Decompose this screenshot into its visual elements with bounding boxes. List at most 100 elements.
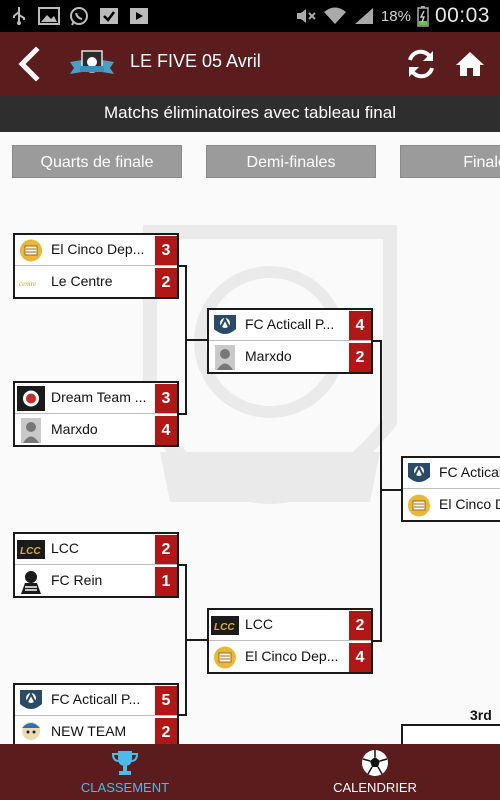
team-name: FC Acticall P... [51, 691, 141, 707]
score-badge: 4 [155, 416, 177, 445]
nav-classement[interactable]: CLASSEMENT [60, 744, 190, 800]
lcc-crest-icon: LCC [17, 540, 45, 559]
section-title: Matchs éliminatoires avec tableau final [104, 103, 396, 122]
section-header: Matchs éliminatoires avec tableau final [0, 96, 500, 132]
team-name: Le Centre [51, 273, 113, 289]
team-row: FC Acticall P... 4 [209, 310, 371, 341]
match-card[interactable]: FC Acticall P... 5 NEW TEAM 2 [13, 683, 179, 744]
nav-label: CALENDRIER [333, 780, 417, 795]
score-badge: 3 [155, 236, 177, 265]
status-bar: 18% 00:03 [0, 0, 500, 32]
team-name: Dream Team ... [51, 389, 147, 405]
round-header-quarterfinals[interactable]: Quarts de finale [12, 145, 182, 178]
team-row: Marxdo 4 [15, 415, 177, 446]
score-badge: 4 [349, 643, 371, 672]
nav-calendrier[interactable]: CALENDRIER [310, 744, 440, 800]
el-cinco-crest-icon [214, 646, 236, 669]
nav-label: CLASSEMENT [80, 780, 170, 795]
match-card[interactable]: El Cinco Dep... 3 centre Le Centre 2 [13, 233, 179, 299]
svg-text:LCC: LCC [214, 622, 235, 633]
club-logo-icon [70, 50, 114, 74]
team-row: centre Le Centre 2 [15, 267, 177, 298]
round-header-semifinals[interactable]: Demi-finales [206, 145, 376, 178]
team-name: LCC [245, 616, 274, 632]
el-cinco-crest-icon [408, 494, 430, 517]
battery-percent: 18% [380, 7, 411, 25]
match-card[interactable]: LCC LCC 2 El Cinco Dep... 4 [207, 608, 373, 674]
team-name: Marxdo [245, 348, 292, 364]
trophy-icon [111, 751, 139, 775]
third-place-match-card[interactable] [401, 724, 500, 744]
team-row: El Cinco Dep... 4 [209, 642, 371, 673]
team-row: El Cinco D [403, 490, 500, 521]
dream-team-crest-icon [17, 386, 45, 411]
team-row: LCC LCC 2 [209, 610, 371, 641]
team-name: FC Actical [439, 464, 500, 480]
wifi-icon [323, 7, 346, 24]
team-name: FC Acticall P... [245, 316, 335, 332]
marxdo-avatar-icon [21, 418, 41, 443]
checkbox-icon [100, 8, 118, 24]
fc-acticall-crest-icon [408, 463, 430, 482]
team-name: FC Rein [51, 572, 103, 588]
clock: 00:03 [434, 4, 490, 27]
match-card[interactable]: FC Acticall P... 4 Marxdo 2 [207, 308, 373, 374]
team-row: Dream Team ... 3 [15, 383, 177, 414]
match-card[interactable]: Dream Team ... 3 Marxdo 4 [13, 381, 179, 447]
team-row: FC Acticall P... 5 [15, 685, 177, 716]
app-bar: LE FIVE 05 Avril [0, 32, 500, 96]
score-badge: 2 [155, 268, 177, 297]
team-row: NEW TEAM 2 [15, 717, 177, 744]
mute-icon [296, 9, 316, 23]
refresh-button[interactable] [404, 47, 438, 81]
home-button[interactable] [454, 48, 486, 80]
score-badge: 2 [349, 343, 371, 372]
team-name: El Cinco D [439, 496, 500, 512]
team-row: Marxdo 2 [209, 342, 371, 373]
team-name: LCC [51, 540, 80, 556]
team-row: FC Actical [403, 458, 500, 489]
team-name: NEW TEAM [51, 723, 127, 739]
new-team-crest-icon [22, 722, 40, 740]
team-name: Marxdo [51, 421, 98, 437]
score-badge: 4 [349, 311, 371, 340]
svg-text:centre: centre [19, 280, 36, 288]
marxdo-avatar-icon [215, 345, 235, 370]
team-row: LCC LCC 2 [15, 534, 177, 565]
bottom-nav: CLASSEMENT CALENDRIER [0, 744, 500, 800]
match-card[interactable]: LCC LCC 2 FC Rein 1 [13, 532, 179, 598]
bracket-connector [187, 639, 207, 641]
play-store-icon [130, 8, 148, 24]
bracket-connector [187, 339, 207, 341]
bracket-area[interactable]: Quarts de finale Demi-finales Finale El … [0, 132, 500, 744]
bracket-connector [382, 489, 402, 491]
app-screen: 18% 00:03 LE FIVE 05 Avril Matchs élimin… [0, 0, 500, 800]
score-badge: 2 [349, 611, 371, 640]
fc-acticall-crest-icon [20, 690, 42, 709]
back-button[interactable] [14, 46, 48, 82]
whatsapp-icon [70, 7, 88, 26]
team-name: El Cinco Dep... [245, 648, 339, 664]
lcc-crest-icon: LCC [211, 616, 239, 635]
team-row: El Cinco Dep... 3 [15, 235, 177, 266]
score-badge: 2 [155, 535, 177, 564]
le-centre-crest-icon: centre [17, 278, 45, 288]
bracket-connector [179, 564, 187, 716]
svg-text:LCC: LCC [20, 546, 41, 557]
score-badge: 2 [155, 718, 177, 744]
battery-icon [417, 6, 429, 27]
signal-icon [354, 8, 373, 24]
score-badge: 3 [155, 384, 177, 413]
bracket-connector [179, 265, 187, 415]
soccer-ball-icon [362, 750, 388, 776]
round-header-final[interactable]: Finale [400, 145, 500, 178]
score-badge: 5 [155, 686, 177, 715]
fc-rein-crest-icon [21, 571, 41, 594]
bracket-connector [373, 340, 382, 642]
match-card[interactable]: FC Actical El Cinco D [401, 456, 500, 522]
team-name: El Cinco Dep... [51, 241, 145, 257]
image-icon [38, 7, 60, 25]
team-row: FC Rein 1 [15, 566, 177, 597]
score-badge: 1 [155, 567, 177, 596]
fc-acticall-crest-icon [214, 315, 236, 334]
